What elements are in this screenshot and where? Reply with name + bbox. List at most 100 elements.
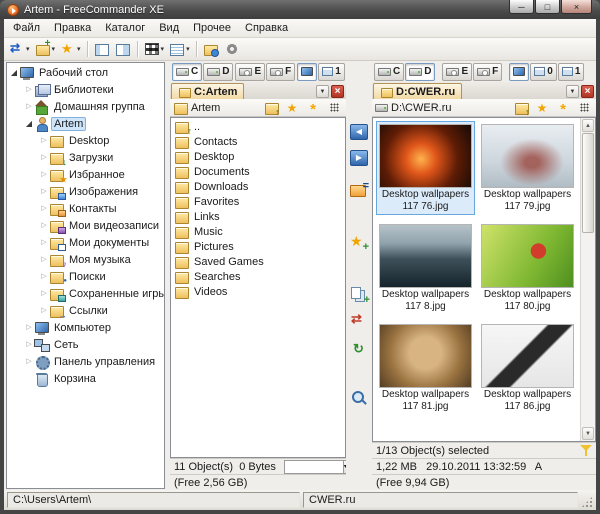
- thumbnail-item-5[interactable]: Desktop wallpapers117 81.jpg: [376, 321, 475, 415]
- file-item-9[interactable]: Pictures: [171, 239, 345, 254]
- scroll-down-button[interactable]: ▼: [582, 427, 594, 440]
- file-item-11[interactable]: Searches: [171, 269, 345, 284]
- tree-item-10[interactable]: ▷Мои видеозаписи: [7, 217, 164, 234]
- menu-item-5[interactable]: Прочее: [186, 20, 238, 36]
- tree-item-9[interactable]: ▷Контакты: [7, 200, 164, 217]
- thumbnail-item-6[interactable]: Desktop wallpapers117 86.jpg: [478, 321, 577, 415]
- search-button[interactable]: [347, 387, 371, 409]
- menu-item-3[interactable]: Каталог: [98, 20, 152, 36]
- file-item-2[interactable]: Contacts: [171, 134, 345, 149]
- thumbnail-item-3[interactable]: Desktop wallpapers117 8.jpg: [376, 221, 475, 315]
- drive-button-d[interactable]: D: [405, 63, 435, 81]
- tree-item-8[interactable]: ▷Изображения: [7, 183, 164, 200]
- menu-item-6[interactable]: Справка: [238, 20, 295, 36]
- drive-button-c[interactable]: C: [172, 63, 202, 81]
- file-item-12[interactable]: Videos: [171, 284, 345, 299]
- drive-button-1[interactable]: 1: [318, 63, 345, 81]
- drive-button-c[interactable]: C: [374, 63, 404, 81]
- expand-icon[interactable]: ▷: [24, 319, 34, 336]
- tree-item-4[interactable]: ◢Artem: [7, 115, 164, 132]
- tree-item-3[interactable]: ▷Домашняя группа: [7, 98, 164, 115]
- copy-to-left-button[interactable]: [347, 121, 371, 143]
- expand-icon[interactable]: ▷: [39, 234, 49, 251]
- filter-funnel-icon[interactable]: [580, 445, 592, 456]
- thumbnail-scrollbar[interactable]: ▲ ▼: [580, 118, 595, 441]
- tab-c-artem[interactable]: C:Artem: [171, 83, 244, 99]
- tree-item-13[interactable]: ▷Поиски: [7, 268, 164, 285]
- drive-button-f[interactable]: F: [473, 63, 502, 81]
- swap-panels-button[interactable]: ▾: [7, 39, 32, 59]
- parent-folder-button[interactable]: [512, 100, 530, 115]
- collapse-icon[interactable]: ◢: [9, 64, 19, 81]
- file-item-5[interactable]: Downloads: [171, 179, 345, 194]
- tab-list-button[interactable]: ▼: [566, 85, 579, 98]
- collapse-icon[interactable]: ◢: [24, 115, 34, 132]
- file-item-10[interactable]: Saved Games: [171, 254, 345, 269]
- quick-start-button[interactable]: ▾: [142, 39, 167, 59]
- tree-item-6[interactable]: ▷Загрузки: [7, 149, 164, 166]
- expand-icon[interactable]: ▷: [39, 285, 49, 302]
- expand-icon[interactable]: ▷: [39, 166, 49, 183]
- scroll-track[interactable]: [581, 233, 595, 426]
- tree-item-5[interactable]: ▷Desktop: [7, 132, 164, 149]
- tab-close-button[interactable]: ×: [331, 85, 344, 98]
- drive-button-d[interactable]: D: [203, 63, 233, 81]
- expand-icon[interactable]: ▷: [24, 98, 34, 115]
- panel-menu-button[interactable]: [575, 100, 593, 115]
- add-favorite-button[interactable]: ★: [533, 100, 551, 115]
- tab-d-cwer[interactable]: D:CWER.ru: [373, 83, 462, 99]
- file-item-4[interactable]: Documents: [171, 164, 345, 179]
- copy-files-button[interactable]: [347, 283, 371, 305]
- file-item-8[interactable]: Music: [171, 224, 345, 239]
- tree-item-19[interactable]: Корзина: [7, 370, 164, 387]
- resize-grip[interactable]: [581, 496, 593, 508]
- drive-button-monitor[interactable]: [297, 63, 317, 81]
- copy-to-right-button[interactable]: [347, 147, 371, 169]
- drive-button-e[interactable]: E: [442, 63, 472, 81]
- folder-compare-button[interactable]: [347, 179, 371, 201]
- expand-icon[interactable]: ▷: [39, 149, 49, 166]
- file-item-6[interactable]: Favorites: [171, 194, 345, 209]
- thumbnail-item-1[interactable]: Desktop wallpapers117 76.jpg: [376, 121, 475, 215]
- add-favorite-button[interactable]: ★: [283, 100, 301, 115]
- file-item-1[interactable]: ..: [171, 119, 345, 134]
- tree-item-12[interactable]: ▷Моя музыка: [7, 251, 164, 268]
- expand-icon[interactable]: ▷: [39, 132, 49, 149]
- tree-item-2[interactable]: ▷Библиотеки: [7, 81, 164, 98]
- tree-item-17[interactable]: ▷Сеть: [7, 336, 164, 353]
- panel-menu-button[interactable]: [325, 100, 343, 115]
- drive-button-0[interactable]: 0: [530, 63, 557, 81]
- menu-item-4[interactable]: Вид: [152, 20, 186, 36]
- tree-item-7[interactable]: ▷Избранное: [7, 166, 164, 183]
- scroll-up-button[interactable]: ▲: [582, 119, 594, 132]
- tree-item-18[interactable]: ▷Панель управления: [7, 353, 164, 370]
- minimize-button[interactable]: ─: [509, 0, 534, 14]
- split-view-button[interactable]: [113, 39, 133, 59]
- drive-button-f[interactable]: F: [266, 63, 295, 81]
- expand-icon[interactable]: ▷: [39, 200, 49, 217]
- tree-item-11[interactable]: ▷Мои документы: [7, 234, 164, 251]
- expand-icon[interactable]: ▷: [39, 268, 49, 285]
- tree-item-1[interactable]: ◢Рабочий стол: [7, 64, 164, 81]
- refresh-button[interactable]: [347, 339, 371, 361]
- move-files-button[interactable]: [347, 309, 371, 331]
- add-favorite-button[interactable]: [347, 231, 371, 253]
- drive-button-1[interactable]: 1: [558, 63, 585, 81]
- close-button[interactable]: ×: [561, 0, 592, 14]
- thumbnail-item-2[interactable]: Desktop wallpapers117 79.jpg: [478, 121, 577, 215]
- thumbnail-item-4[interactable]: Desktop wallpapers117 80.jpg: [478, 221, 577, 315]
- drive-button-monitor[interactable]: [509, 63, 529, 81]
- expand-icon[interactable]: ▷: [24, 336, 34, 353]
- quick-actions-button[interactable]: *: [304, 100, 322, 115]
- file-item-3[interactable]: Desktop: [171, 149, 345, 164]
- new-folder-button[interactable]: ▾: [33, 39, 58, 59]
- expand-icon[interactable]: ▷: [39, 217, 49, 234]
- expand-icon[interactable]: ▷: [39, 183, 49, 200]
- menu-item-2[interactable]: Правка: [47, 20, 98, 36]
- expand-icon[interactable]: ▷: [24, 81, 34, 98]
- tab-list-button[interactable]: ▼: [316, 85, 329, 98]
- filter-input[interactable]: [284, 460, 344, 474]
- parent-folder-button[interactable]: [262, 100, 280, 115]
- menu-item-1[interactable]: Файл: [6, 20, 47, 36]
- settings-button[interactable]: [222, 39, 242, 59]
